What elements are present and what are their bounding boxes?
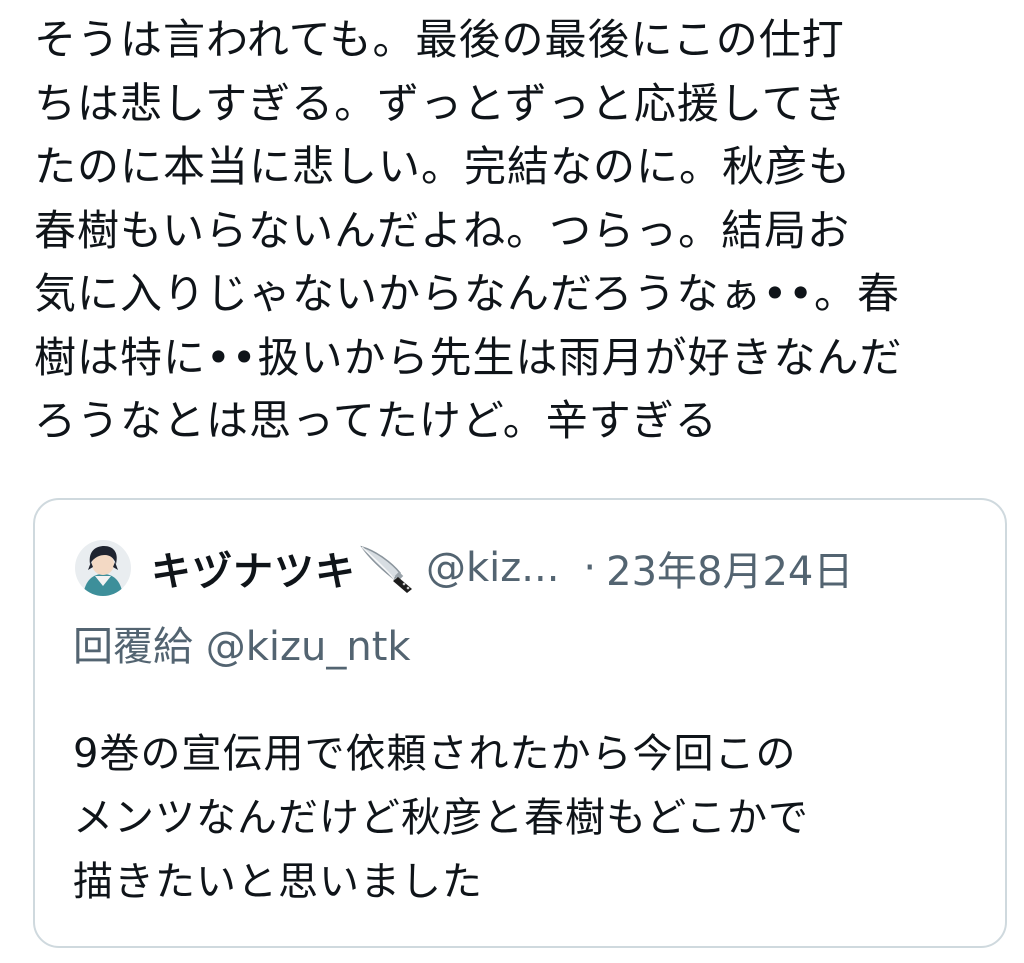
quoted-tweet-card[interactable]: キヅナツキ @kiz... · 23年8月24日 回覆給 @kizu_ntk 9…	[33, 498, 1007, 948]
tweet-text-line: ちは悲しすぎる。ずっとずっと応援してき	[34, 78, 847, 128]
tweet-text-line: ろうなとは思ってたけど。辛すぎる	[34, 396, 718, 445]
reply-to-handle[interactable]: @kizu_ntk	[206, 624, 411, 670]
user-handle[interactable]: @kiz...	[426, 545, 559, 591]
separator-dot: ·	[583, 545, 597, 591]
tweet-date[interactable]: 23年8月24日	[606, 539, 853, 597]
quoted-tweet-header: キヅナツキ @kiz... · 23年8月24日	[75, 536, 975, 600]
quoted-tweet-text: 9巻の宣伝用で依頼されたから今回この メンツなんだけど秋彦と春樹もどこかで 描き…	[73, 722, 809, 914]
avatar-image	[75, 540, 131, 596]
quoted-text-line: 描きたいと思いました	[73, 859, 483, 905]
tweet-text-line: 春樹もいらないんだよね。つらっ。結局お	[34, 205, 851, 255]
quoted-text-line: メンツなんだけど秋彦と春樹もどこかで	[73, 795, 809, 841]
tweet-text-line: そうは言われても。最後の最後にこの仕打	[34, 15, 845, 64]
kitchen-knife-icon	[358, 543, 416, 593]
tweet-text-line: 気に入りじゃないからなんだろうなぁ••。春	[34, 269, 901, 318]
tweet-text: そうは言われても。最後の最後にこの仕打 ちは悲しすぎる。ずっとずっと応援してき …	[34, 8, 1006, 453]
quoted-text-line: 9巻の宣伝用で依頼されたから今回この	[73, 731, 797, 777]
tweet-text-line: たのに本当に悲しい。完結なのに。秋彦も	[34, 142, 852, 191]
reply-context: 回覆給 @kizu_ntk	[73, 614, 411, 672]
reply-prefix: 回覆給	[73, 624, 193, 670]
tweet-text-line: 樹は特に••扱いから先生は雨月が好きなんだ	[34, 332, 903, 382]
avatar[interactable]	[75, 540, 131, 596]
display-name[interactable]: キヅナツキ	[151, 539, 356, 597]
